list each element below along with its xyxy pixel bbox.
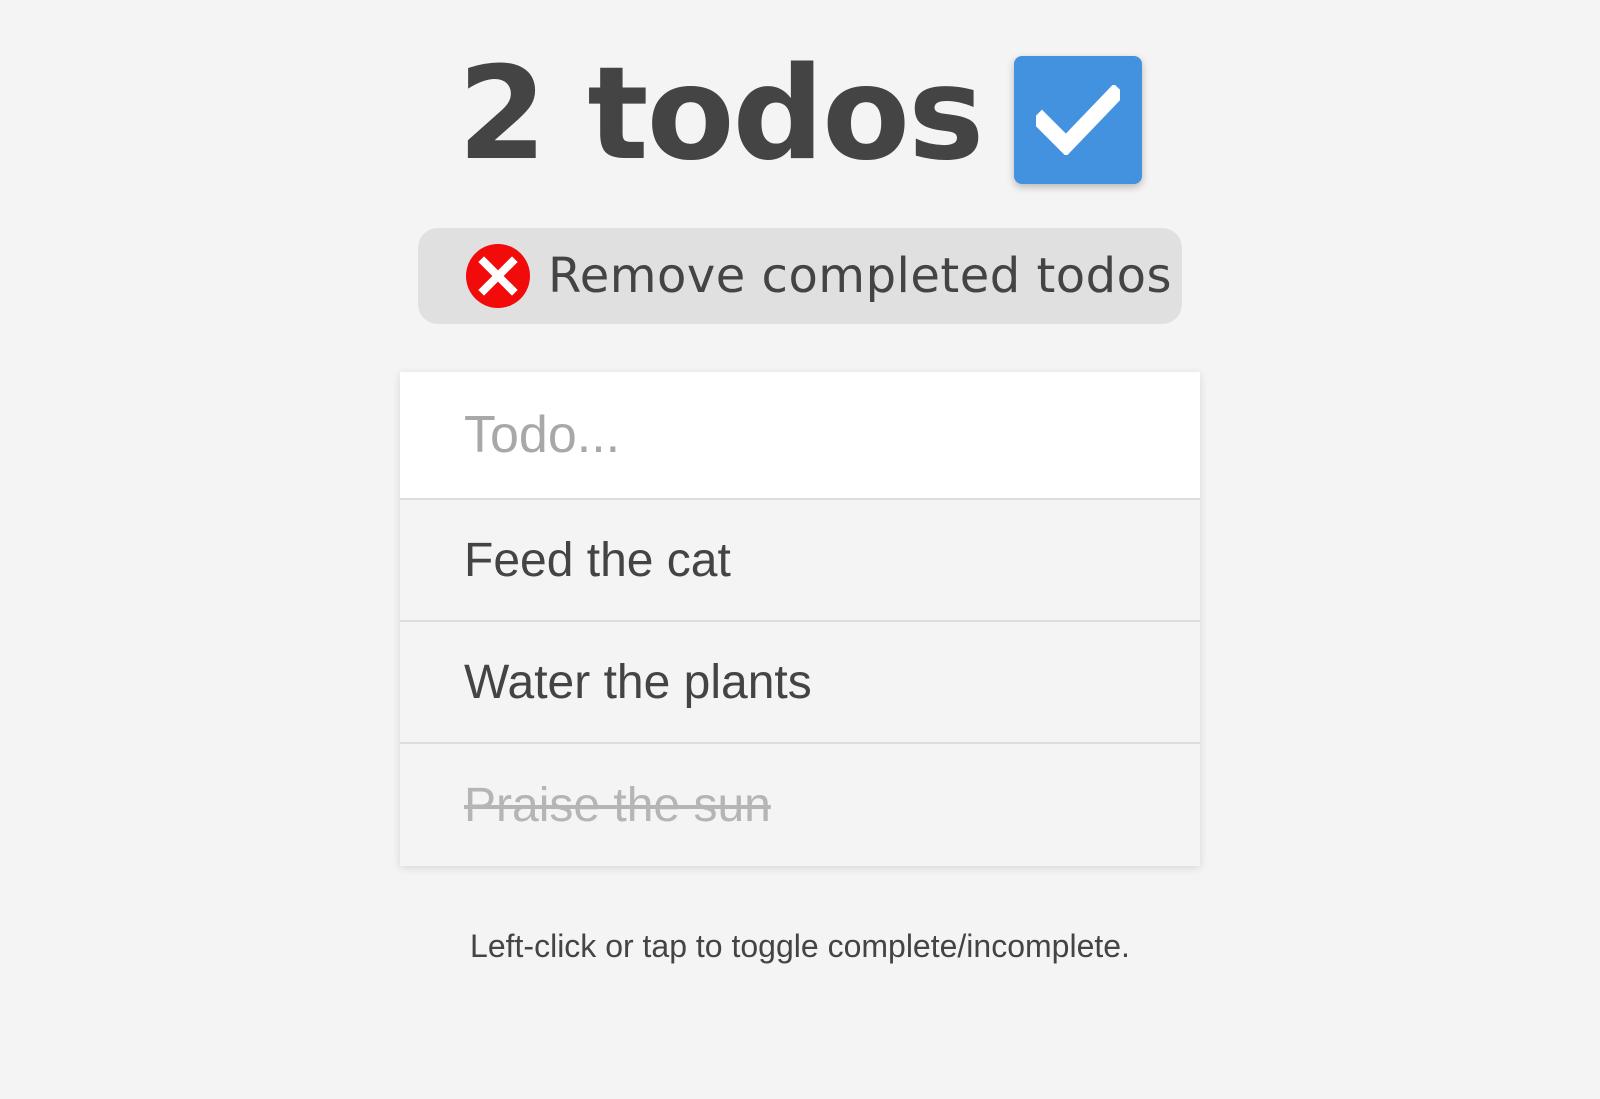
- todo-items: Feed the cat Water the plants Praise the s…: [400, 500, 1200, 866]
- instruction-text: Left-click or tap to toggle complete/inc…: [470, 928, 1130, 964]
- todo-app: 2 todos Remove completed todos Feed the …: [0, 0, 1600, 1099]
- toggle-all-button[interactable]: [1014, 56, 1143, 184]
- header: 2 todos: [0, 50, 1600, 185]
- todo-item[interactable]: Water the plants: [400, 622, 1200, 744]
- todo-item[interactable]: Praise the sun: [400, 744, 1200, 866]
- remove-completed-button[interactable]: Remove completed todos: [418, 228, 1182, 324]
- page-title: 2 todos: [457, 40, 984, 189]
- new-todo-input[interactable]: [400, 372, 1200, 500]
- todo-item[interactable]: Feed the cat: [400, 500, 1200, 622]
- todo-list: Feed the catWater the plantsPraise the s…: [400, 372, 1200, 866]
- remove-completed-label: Remove completed todos: [548, 248, 1173, 304]
- checkmark-icon: [1036, 85, 1121, 155]
- close-circle-icon: [466, 244, 530, 308]
